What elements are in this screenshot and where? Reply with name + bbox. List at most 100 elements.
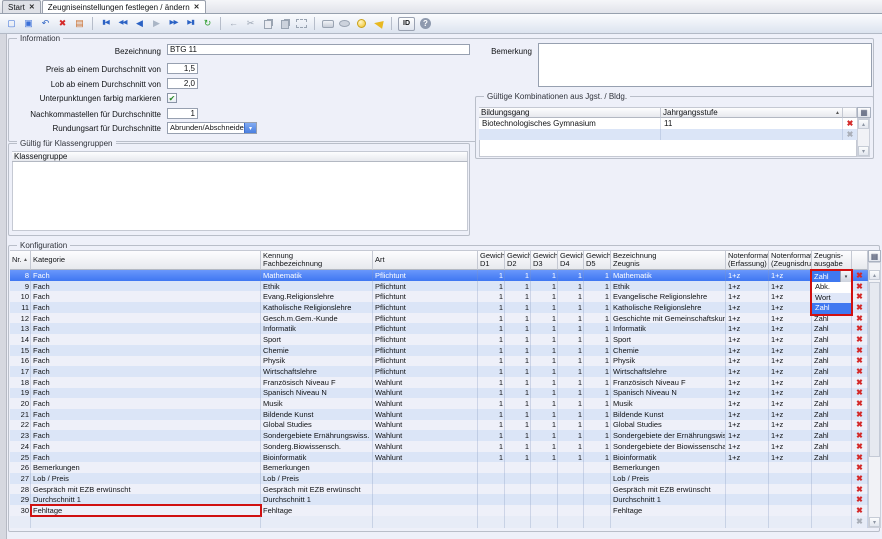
chevron-down-icon[interactable]: ▾ [244,123,256,133]
konfig-row[interactable]: 26BemerkungenBemerkungenBemerkungen✖ [10,462,868,473]
delete-row-icon[interactable]: ✖ [856,399,863,408]
delete-row-icon[interactable]: ✖ [856,474,863,483]
delete-row-icon[interactable]: ✖ [856,495,863,504]
bemerkung-textarea[interactable] [538,43,872,87]
delete-row-icon[interactable]: ✖ [856,431,863,440]
konfig-column-header[interactable]: Nr.▲ [10,250,31,270]
delete-row-icon[interactable]: ✖ [847,119,854,128]
scroll-down-icon[interactable]: ▾ [858,146,869,156]
konfig-row[interactable]: 23FachSondergebiete Ernährungswiss.Wahlu… [10,430,868,441]
id-button[interactable]: ID [398,17,415,31]
konfig-row[interactable]: 15FachChemiePflichtunt11111Chemie1+z1+zZ… [10,345,868,356]
konfig-new-row[interactable]: ✖ [10,516,868,528]
kombinationen-new-row[interactable]: ✖ [479,129,857,140]
konfig-column-header[interactable]: BezeichnungZeugnis [611,250,726,270]
konfig-row[interactable]: 27Lob / PreisLob / PreisLob / Preis✖ [10,473,868,484]
scroll-up-icon[interactable]: ▴ [869,270,880,280]
konfig-row[interactable]: 9FachEthikPflichtunt11111Ethik1+z1+z✖ [10,281,868,292]
cut-icon[interactable]: ✂ [242,16,259,32]
konfig-column-header[interactable]: Kategorie [31,250,261,270]
konfig-column-header[interactable]: GewichtD1 [478,250,505,270]
scroll-up-icon[interactable]: ▴ [858,119,869,129]
delete-row-icon[interactable]: ✖ [856,463,863,472]
konfig-row[interactable]: 28Gespräch mit EZB erwünschtGespräch mit… [10,484,868,495]
print-icon[interactable] [319,16,336,32]
new-record-icon[interactable]: ▢ [3,16,20,32]
hint-bulb-icon[interactable] [353,16,370,32]
chevron-down-icon[interactable]: ▾ [840,271,851,282]
konfig-row[interactable]: 8FachMathematikPflichtunt11111Mathematik… [10,270,868,281]
clear-new-row-icon[interactable]: ✖ [847,130,854,139]
delete-row-icon[interactable]: ✖ [856,420,863,429]
dropdown-option-abk[interactable]: Abk. [812,282,851,293]
select-icon[interactable] [293,16,310,32]
delete-row-icon[interactable]: ✖ [856,335,863,344]
delete-row-icon[interactable]: ✖ [856,367,863,376]
undo-icon[interactable]: ↶ [37,16,54,32]
refresh-icon[interactable]: ↻ [199,16,216,32]
nachkommastellen-input[interactable]: 1 [167,108,198,119]
zeugnisausgabe-combo[interactable]: Zahl ▾ [812,271,851,282]
back-icon[interactable]: ← [225,16,242,32]
scrollbar-thumb[interactable] [869,282,880,457]
delete-record-icon[interactable]: ✖ [54,16,71,32]
klassengruppen-header[interactable]: Klassengruppe [12,151,468,162]
save-icon[interactable]: ▣ [20,16,37,32]
paste-icon[interactable] [276,16,293,32]
konfig-column-header[interactable]: Notenformat(Erfassung) [726,250,769,270]
konfig-column-header[interactable]: GewichtD3 [531,250,558,270]
konfig-row[interactable]: 16FachPhysikPflichtunt11111Physik1+z1+zZ… [10,356,868,367]
last-record-icon[interactable]: ▶▮ [182,16,199,32]
konfig-row[interactable]: 24FachSonderg.Biowissensch.Wahlunt11111S… [10,441,868,452]
konfig-column-header[interactable]: GewichtD2 [505,250,531,270]
delete-row-icon[interactable]: ✖ [856,303,863,312]
tab-zeugniseinstellungen-festlegen-ndern[interactable]: Zeugniseinstellungen festlegen / ändern✕ [42,0,206,13]
konfig-row[interactable]: 30FehltageFehltageFehltage✖ [10,505,868,516]
edit-form-icon[interactable]: ▤ [71,16,88,32]
tab-start[interactable]: Start✕ [2,0,41,13]
help-icon[interactable] [417,16,434,32]
delete-row-icon[interactable]: ✖ [856,388,863,397]
konfig-column-header[interactable]: Notenformat(Zeugnisdruck) [769,250,812,270]
konfig-row[interactable]: 10FachEvang.ReligionslehrePflichtunt1111… [10,291,868,302]
delete-row-icon[interactable]: ✖ [856,314,863,323]
fast-backward-icon[interactable]: ◀◀ [114,16,131,32]
konfig-row[interactable]: 19FachSpanisch Niveau NWahlunt11111Spani… [10,388,868,399]
konfig-column-header[interactable]: Art [373,250,478,270]
konfig-column-header[interactable]: Zeugnis-ausgabe [812,250,852,270]
konfig-column-header[interactable]: GewichtD4 [558,250,584,270]
konfig-column-header[interactable]: KennungFachbezeichnung [261,250,373,270]
konfig-row[interactable]: 29Durchschnitt 1Durchschnitt 1Durchschni… [10,494,868,505]
kombinationen-column-options-button[interactable]: ▦ [857,107,871,118]
previous-record-icon[interactable]: ◀ [131,16,148,32]
konfig-column-header[interactable]: GewichtD5 [584,250,611,270]
kombinationen-header-bildungsgang[interactable]: Bildungsgang [479,107,661,118]
delete-row-icon[interactable]: ✖ [856,378,863,387]
clear-new-row-icon[interactable]: ✖ [856,517,863,526]
rundungsart-combo[interactable]: Abrunden/Abschneiden ▾ [167,122,257,134]
delete-row-icon[interactable]: ✖ [856,442,863,451]
kombinationen-header-jahrgangsstufe[interactable]: Jahrgangsstufe ▲ [661,107,843,118]
kombinationen-row[interactable]: Biotechnologisches Gymnasium11✖ [479,118,857,129]
stamp-icon[interactable] [336,16,353,32]
konfig-row[interactable]: 12FachGesch.m.Gem.-KundePflichtunt11111G… [10,313,868,324]
konfig-row[interactable]: 17FachWirtschaftslehrePflichtunt11111Wir… [10,366,868,377]
konfig-row[interactable]: 21FachBildende KunstWahlunt11111Bildende… [10,409,868,420]
copy-icon[interactable] [259,16,276,32]
left-splitter[interactable] [0,34,7,539]
delete-row-icon[interactable]: ✖ [856,410,863,419]
konfig-row[interactable]: 20FachMusikWahlunt11111Musik1+z1+zZahl✖ [10,398,868,409]
konfig-row[interactable]: 13FachInformatikPflichtunt11111Informati… [10,323,868,334]
delete-row-icon[interactable]: ✖ [856,282,863,291]
unterpunktungen-checkbox[interactable]: ✔ [167,93,177,103]
notify-horn-icon[interactable] [370,16,387,32]
delete-row-icon[interactable]: ✖ [856,292,863,301]
next-record-icon[interactable]: ▶ [148,16,165,32]
delete-row-icon[interactable]: ✖ [856,346,863,355]
zeugnisausgabe-dropdown[interactable]: Zahl ▾ Abk.WortZahl [810,269,853,316]
delete-row-icon[interactable]: ✖ [856,506,863,515]
preis-input[interactable]: 1,5 [167,63,198,74]
scroll-down-icon[interactable]: ▾ [869,517,880,527]
fast-forward-icon[interactable]: ▶▶ [165,16,182,32]
delete-row-icon[interactable]: ✖ [856,453,863,462]
